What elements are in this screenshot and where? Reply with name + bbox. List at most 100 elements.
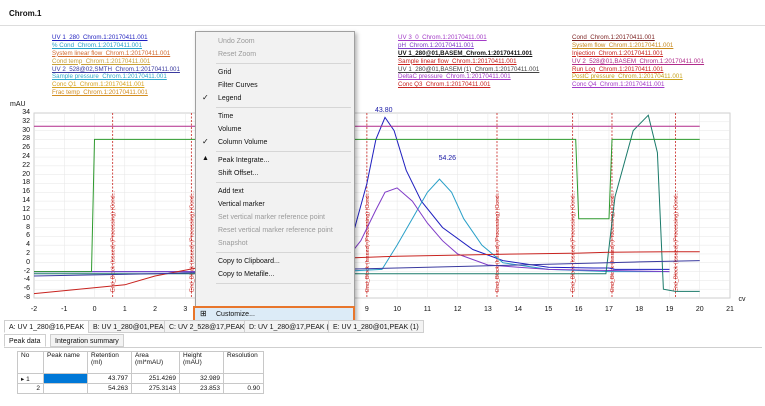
- peak-tab[interactable]: E: UV 1_280@01,PEAK (1): [328, 320, 424, 333]
- table-row[interactable]: ▸ 1 43.797 251.4269 32.989: [17, 373, 264, 384]
- x-tick-label: 16: [574, 306, 583, 313]
- x-tick-label: 15: [544, 306, 553, 313]
- y-tick-label: 28: [22, 135, 30, 143]
- check-icon: ✓: [202, 93, 209, 102]
- menu-item[interactable]: Undo Zoom: [218, 35, 255, 48]
- x-tick-label: 2: [153, 306, 157, 313]
- x-tick-label: 19: [665, 306, 674, 313]
- peak-data-subtabs: Peak data Integration summary: [4, 334, 762, 348]
- y-tick-label: 34: [22, 109, 30, 116]
- y-tick-label: 0: [26, 258, 30, 266]
- y-tick-label: 18: [22, 179, 30, 187]
- customize-icon: ⊞: [200, 309, 207, 318]
- table-row[interactable]: 2 54.263 275.3143 23.853 0.90: [17, 383, 264, 394]
- row-resolution: 0.90: [223, 383, 264, 394]
- y-tick-label: 12: [22, 205, 30, 213]
- menu-item[interactable]: Set vertical marker reference point: [218, 211, 325, 224]
- col-header-no: No: [17, 351, 44, 374]
- peak-tab[interactable]: A: UV 1_280@16,PEAK: [4, 320, 90, 333]
- peak-tab[interactable]: D: UV 1_280@17,PEAK (1): [244, 320, 341, 333]
- x-tick-label: 13: [484, 306, 492, 313]
- y-tick-label: 26: [22, 144, 30, 152]
- y-tick-label: 32: [22, 117, 30, 125]
- menu-item[interactable]: Snapshot: [218, 237, 248, 250]
- row-area: 275.3143: [131, 383, 180, 394]
- menu-separator: [216, 283, 351, 284]
- y-tick-label: -6: [23, 285, 30, 293]
- y-tick-label: 4: [26, 241, 30, 249]
- menu-item[interactable]: Copy to Metafile...: [218, 268, 274, 281]
- x-tick-label: -2: [30, 306, 38, 313]
- row-area: 251.4269: [131, 373, 180, 384]
- menu-item[interactable]: Add text: [218, 185, 244, 198]
- y-tick-label: 16: [22, 188, 30, 196]
- menu-separator: [216, 252, 351, 253]
- peak-table: No Peak name Retention (ml) Area (ml*mAU…: [17, 351, 264, 394]
- x-tick-label: 9: [364, 306, 369, 313]
- col-header-area: Area (ml*mAU): [131, 351, 180, 374]
- row-peak-name[interactable]: [43, 373, 88, 384]
- y-tick-label: 22: [22, 161, 30, 169]
- col-header-height: Height (mAU): [179, 351, 224, 374]
- row-height: 23.853: [179, 383, 224, 394]
- x-tick-label: 12: [453, 306, 462, 313]
- x-tick-label: -1: [61, 306, 68, 313]
- menu-item-customize-label[interactable]: Customize...: [216, 308, 255, 321]
- fraction-marker-label: End_Block (Issued) (Processing) (Cond...: [495, 190, 501, 292]
- sub-tab[interactable]: Peak data: [4, 334, 46, 347]
- y-tick-label: 6: [26, 232, 30, 240]
- y-tick-label: -2: [23, 267, 30, 275]
- menu-item[interactable]: Vertical marker: [218, 198, 265, 211]
- x-tick-label: 10: [393, 306, 402, 313]
- chromatogram-title-bar: Chrom.1: [0, 0, 765, 26]
- peak-label: 54.26: [438, 155, 457, 163]
- y-tick-label: 24: [22, 153, 30, 161]
- y-tick-label: 30: [22, 126, 30, 134]
- menu-separator: [216, 182, 351, 183]
- chromatogram-plot[interactable]: End_Block (Issued) (Processing) (Cond...…: [6, 26, 762, 318]
- fraction-marker-label: End_Block (Issued) (Processing) (Cond...: [610, 190, 616, 292]
- menu-item[interactable]: Volume: [218, 123, 241, 136]
- row-resolution: [223, 373, 264, 384]
- peak-table-tabs: A: UV 1_280@16,PEAK B: UV 1_280@01,PEAK C:…: [4, 320, 762, 334]
- y-tick-label: 20: [22, 170, 30, 178]
- chromatogram-chart-panel[interactable]: UV 1_280_Chrom.1:20170411.001% Cond_Chro…: [6, 26, 762, 316]
- row-retention: 54.263: [87, 383, 132, 394]
- col-header-peak-name: Peak name: [43, 351, 88, 374]
- peak-label: 43.80: [375, 106, 393, 114]
- menu-item[interactable]: Peak Integrate...: [218, 154, 269, 167]
- menu-item[interactable]: Reset vertical marker reference point: [218, 224, 333, 237]
- sub-tab[interactable]: Integration summary: [50, 334, 124, 347]
- menu-separator: [216, 63, 351, 64]
- check-icon: ✓: [202, 137, 209, 146]
- peak-integrate-icon: ▲: [202, 155, 209, 162]
- menu-item[interactable]: Time: [218, 110, 233, 123]
- y-tick-label: -4: [23, 276, 30, 284]
- menu-item[interactable]: Copy to Clipboard...: [218, 255, 280, 268]
- menu-separator: [216, 107, 351, 108]
- chart-context-menu[interactable]: Undo Zoom Reset Zoom Grid Filter Curves Lege…: [195, 31, 355, 326]
- x-tick-label: 0: [92, 306, 97, 313]
- peak-tab[interactable]: B: UV 1_280@01,PEAK: [88, 320, 174, 333]
- menu-item[interactable]: Reset Zoom: [218, 48, 256, 61]
- menu-item[interactable]: Legend: [218, 92, 241, 105]
- menu-separator: [216, 151, 351, 152]
- menu-item[interactable]: Filter Curves: [218, 79, 258, 92]
- col-header-resolution: Resolution: [223, 351, 264, 374]
- col-header-retention: Retention (ml): [87, 351, 132, 374]
- y-axis-label: mAU: [10, 101, 26, 108]
- fraction-marker-label: End_Block (Issued) (Processing) (Cond...: [111, 190, 117, 292]
- y-tick-label: 14: [22, 197, 30, 205]
- row-peak-name[interactable]: [43, 383, 88, 394]
- menu-item[interactable]: Shift Offset...: [218, 167, 258, 180]
- menu-item[interactable]: Grid: [218, 66, 231, 79]
- menu-item[interactable]: Column Volume: [218, 136, 267, 149]
- window-title: Chrom.1: [9, 9, 42, 18]
- peak-tab[interactable]: C: UV 2_528@17,PEAK: [164, 320, 250, 333]
- row-retention: 43.797: [87, 373, 132, 384]
- fraction-marker-label: End_Block (Issued) (Processing) (Cond...: [674, 190, 680, 292]
- x-axis-label: cv: [738, 296, 746, 303]
- row-no: 2: [17, 383, 44, 394]
- fraction-marker-label: End_Block (Issued) (Processing) (Cond...: [571, 190, 577, 292]
- x-tick-label: 11: [423, 306, 432, 313]
